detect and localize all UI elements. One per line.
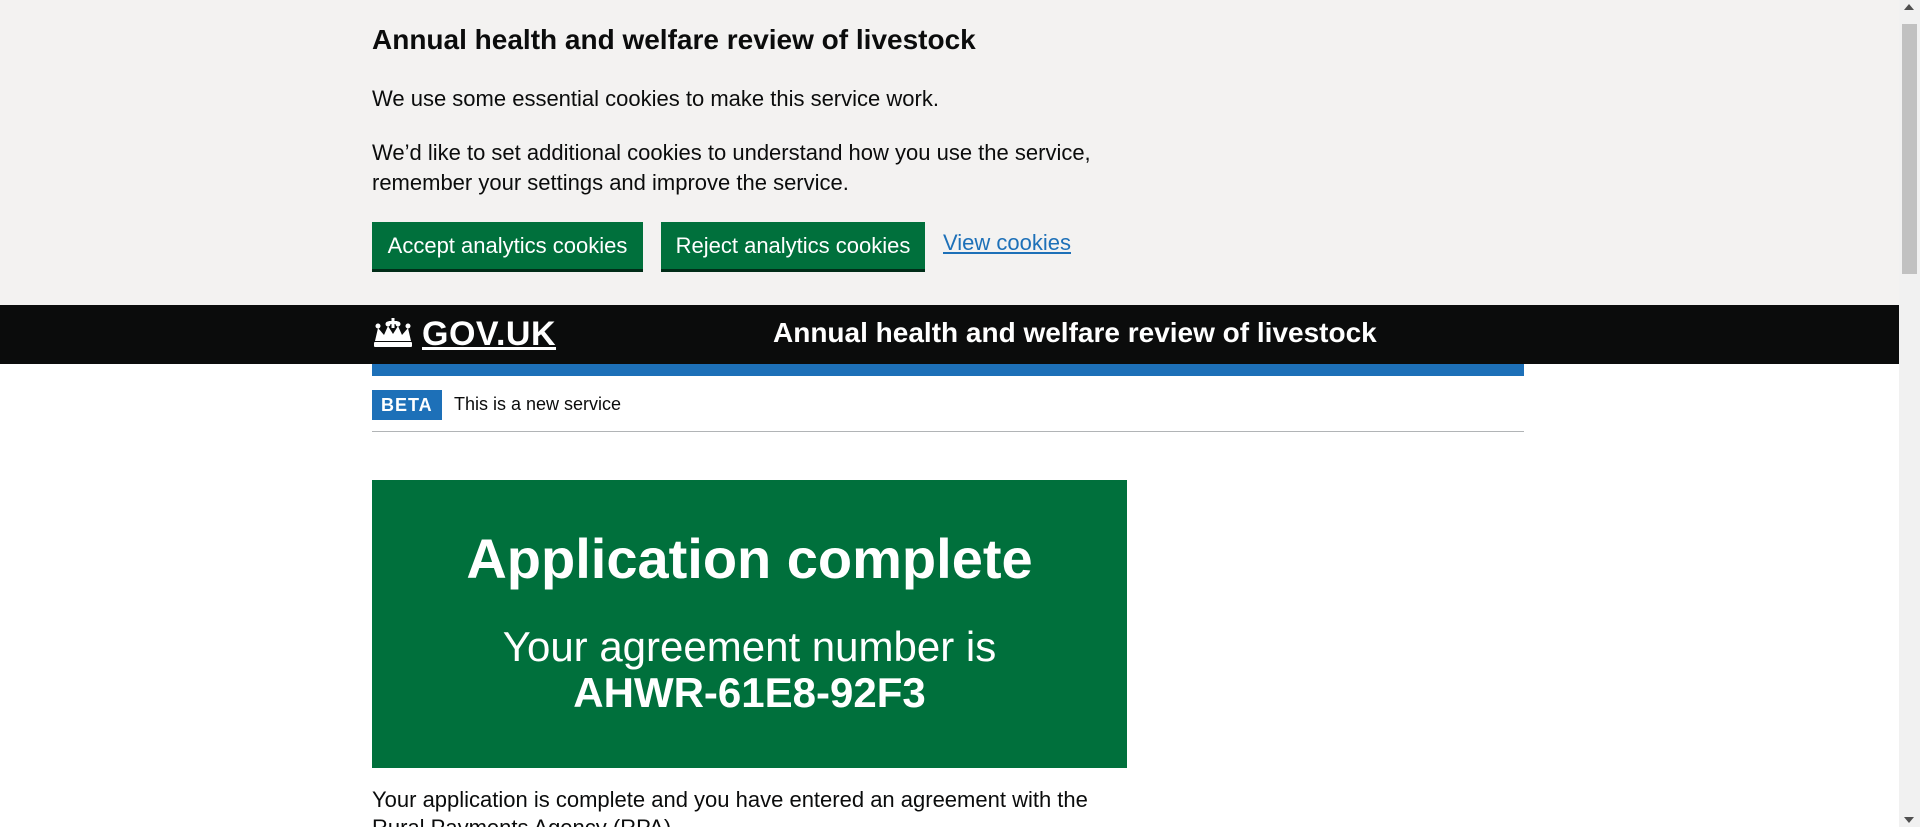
cookie-banner: Annual health and welfare review of live… (0, 0, 1899, 305)
panel-title: Application complete (466, 527, 1033, 590)
view-cookies-link[interactable]: View cookies (943, 230, 1071, 256)
page-viewport: Annual health and welfare review of live… (0, 0, 1899, 827)
confirmation-body-text: Your application is complete and you hav… (372, 787, 1088, 827)
confirmation-panel: Application complete Your agreement numb… (372, 480, 1127, 768)
govuk-logo-link[interactable]: GOV.UK (372, 314, 556, 354)
cookie-banner-essential-text: We use some essential cookies to make th… (372, 86, 939, 111)
agreement-number-label: Your agreement number is (502, 623, 997, 670)
phase-banner-text: This is a new service (454, 394, 622, 414)
cookie-banner-title: Annual health and welfare review of live… (372, 24, 976, 55)
cookie-banner-analytics-text: We’d like to set additional cookies to u… (372, 140, 1091, 195)
site-header: GOV.UK Annual health and welfare review … (0, 305, 1899, 364)
scrollbar-thumb[interactable] (1902, 24, 1917, 274)
vertical-scrollbar[interactable] (1899, 0, 1920, 827)
crown-icon (374, 318, 412, 347)
phase-banner: BETA This is a new service (372, 388, 1524, 432)
scroll-down-arrow-icon[interactable] (1904, 817, 1914, 823)
reject-analytics-cookies-button[interactable]: Reject analytics cookies (661, 222, 925, 269)
accept-analytics-cookies-button[interactable]: Accept analytics cookies (372, 222, 643, 269)
service-name-link[interactable]: Annual health and welfare review of live… (773, 317, 1377, 349)
beta-tag: BETA (372, 390, 442, 420)
govuk-logo-text: GOV.UK (422, 314, 557, 353)
header-blue-bar (372, 364, 1524, 376)
scroll-up-arrow-icon[interactable] (1904, 4, 1914, 10)
panel-body: Your agreement number is AHWR-61E8-92F3 (372, 624, 1127, 716)
agreement-number: AHWR-61E8-92F3 (573, 669, 926, 716)
